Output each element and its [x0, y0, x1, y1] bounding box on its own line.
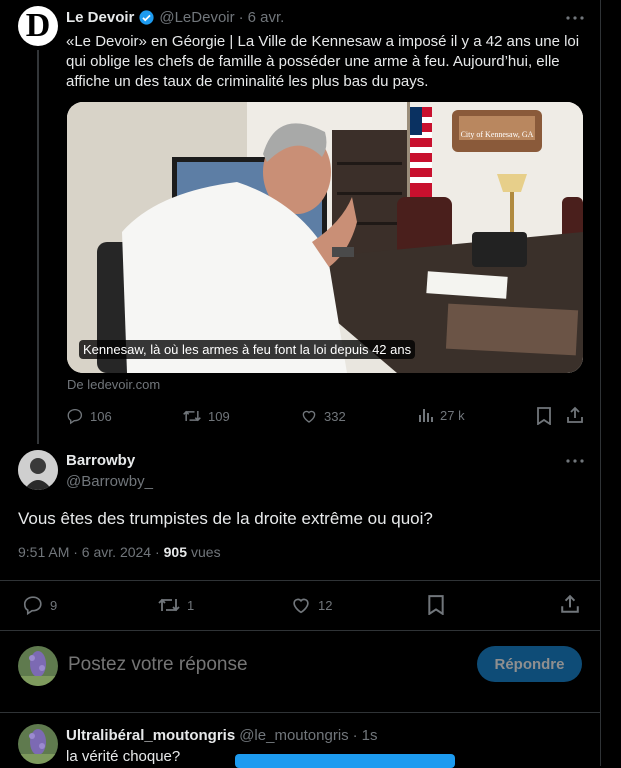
- card-image: [67, 102, 583, 373]
- main-author-name[interactable]: Barrowby: [66, 452, 135, 469]
- separator-dot: ·: [352, 727, 358, 744]
- reply-icon: [66, 407, 84, 425]
- main-reply-action[interactable]: 9: [22, 594, 57, 616]
- views-icon: [418, 407, 434, 423]
- divider: [0, 630, 600, 631]
- share-icon[interactable]: [566, 406, 584, 424]
- barrowby-avatar[interactable]: [18, 450, 58, 490]
- le-devoir-avatar[interactable]: D: [18, 6, 58, 46]
- like-action[interactable]: 332: [300, 407, 346, 425]
- reply-count: 106: [90, 408, 112, 424]
- tweet-date[interactable]: 9:51 AM · 6 avr. 2024 ·: [18, 544, 160, 560]
- user-avatar[interactable]: [18, 646, 58, 686]
- thread-line: [37, 50, 39, 444]
- reply-header: Ultralibéral_moutongris @le_moutongris ·…: [66, 727, 378, 744]
- ultraliberal-avatar[interactable]: [18, 724, 58, 764]
- tweet-meta: 9:51 AM · 6 avr. 2024 · 905 vues: [18, 544, 221, 560]
- retweet-icon: [157, 594, 181, 616]
- bookmark-icon[interactable]: [427, 595, 445, 615]
- card-source[interactable]: De ledevoir.com: [67, 377, 160, 392]
- main-reply-count: 9: [50, 597, 58, 613]
- views-number: 905: [163, 544, 187, 560]
- views-label: vues: [191, 544, 221, 560]
- retweet-action[interactable]: 109: [182, 407, 230, 425]
- more-icon[interactable]: [565, 10, 585, 26]
- main-retweet-action[interactable]: 1: [157, 594, 194, 616]
- reply-action[interactable]: 106: [66, 407, 112, 425]
- separator-dot: ·: [238, 9, 244, 26]
- divider: [0, 712, 600, 713]
- main-like-action[interactable]: 12: [290, 594, 332, 616]
- views-action[interactable]: 27 k: [418, 407, 465, 423]
- reply-time[interactable]: 1s: [362, 727, 378, 744]
- reply-button[interactable]: Répondre: [477, 646, 582, 682]
- card-caption: Kennesaw, là où les armes à feu font la …: [79, 340, 416, 359]
- main-author-handle[interactable]: @Barrowby_: [66, 473, 153, 490]
- reply-text: la vérité choque?: [66, 748, 181, 765]
- card-sign-text: City of Kennesaw, GA: [460, 130, 534, 139]
- bookmark-icon[interactable]: [536, 407, 552, 425]
- more-icon[interactable]: [565, 453, 585, 469]
- le-devoir-logo: D: [25, 7, 51, 44]
- share-icon[interactable]: [560, 594, 580, 614]
- reply-author-handle[interactable]: @le_moutongris: [239, 727, 348, 744]
- author-handle[interactable]: @LeDevoir: [159, 9, 234, 26]
- tweet-time[interactable]: 6 avr.: [248, 9, 285, 26]
- reply-author-name[interactable]: Ultralibéral_moutongris: [66, 727, 235, 744]
- divider: [0, 580, 600, 581]
- reply-input[interactable]: [66, 650, 450, 680]
- link-card[interactable]: Kennesaw, là où les armes à feu font la …: [67, 102, 583, 373]
- retweet-icon: [182, 407, 202, 425]
- reply-icon: [22, 594, 44, 616]
- retweet-count: 109: [208, 408, 230, 424]
- main-like-count: 12: [318, 597, 333, 613]
- main-retweet-count: 1: [187, 597, 195, 613]
- like-count: 332: [324, 408, 346, 424]
- timeline-column: D Le Devoir @LeDevoir · 6 avr. «Le Devoi…: [0, 0, 601, 768]
- author-name[interactable]: Le Devoir: [66, 9, 134, 26]
- tweet-header: Le Devoir @LeDevoir · 6 avr.: [66, 9, 284, 26]
- verified-icon: [138, 9, 155, 26]
- like-icon: [300, 407, 318, 425]
- views-count: 27 k: [440, 407, 465, 423]
- main-tweet-text: Vous êtes des trumpistes de la droite ex…: [18, 509, 433, 528]
- tweet-text: «Le Devoir» en Géorgie | La Ville de Ken…: [66, 33, 580, 90]
- like-icon: [290, 594, 312, 616]
